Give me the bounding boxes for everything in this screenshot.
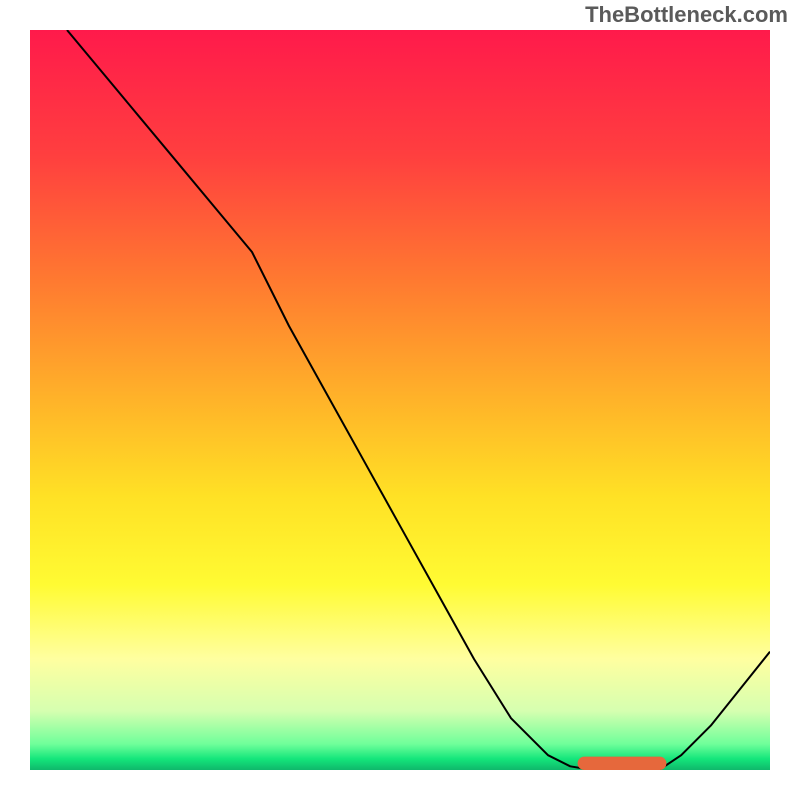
series-highlight-bar <box>578 757 667 770</box>
chart-svg <box>30 30 770 770</box>
chart-background <box>30 30 770 770</box>
chart-plot-area <box>30 30 770 770</box>
attribution-text: TheBottleneck.com <box>585 2 788 28</box>
